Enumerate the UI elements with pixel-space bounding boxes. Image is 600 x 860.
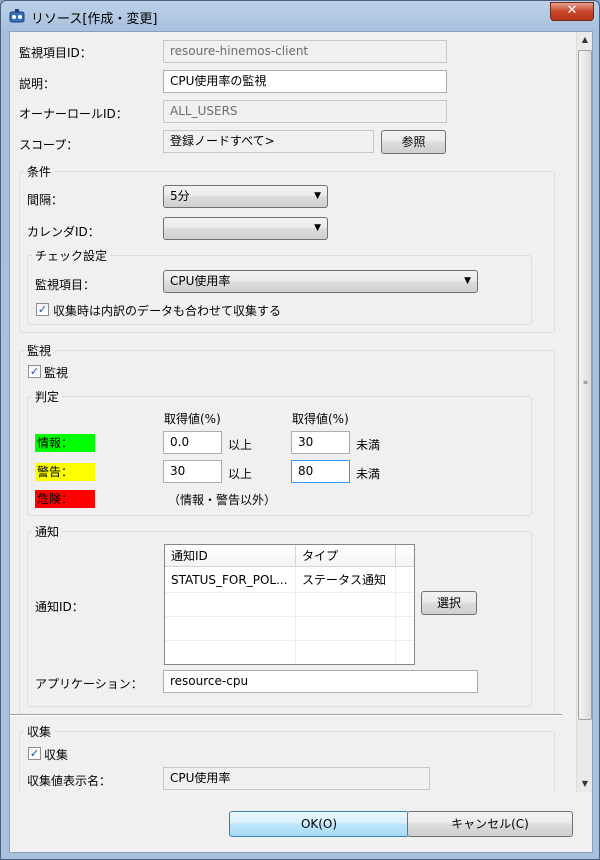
interval-label: 間隔： xyxy=(27,193,64,207)
collect-display-name-label: 収集値表示名： xyxy=(27,774,112,788)
owner-role-label: オーナーロールID： xyxy=(19,107,128,121)
warning-lower-suffix: 以上 xyxy=(228,467,253,481)
scroll-area: 監視項目ID： resoure-hinemos-client 説明： CPU使用… xyxy=(10,32,578,792)
notify-row-id[interactable]: STATUS_FOR_POL... xyxy=(165,568,295,592)
calendar-select[interactable]: ▼ xyxy=(163,217,328,240)
info-upper-field[interactable]: 30 xyxy=(291,431,350,454)
scroll-up-icon[interactable]: ▲ xyxy=(577,32,593,48)
info-lower-suffix: 以上 xyxy=(228,438,253,452)
warning-lower-field[interactable]: 30 xyxy=(163,460,222,483)
warning-upper-field[interactable]: 80 xyxy=(291,460,350,483)
chevron-down-icon: ▼ xyxy=(314,223,321,233)
notify-row-type[interactable]: ステータス通知 xyxy=(296,568,395,592)
collect-enable-checkbox[interactable]: ✓ xyxy=(28,747,41,760)
close-button[interactable]: ✕ xyxy=(550,2,594,21)
judge-col2-header: 取得値(%) xyxy=(292,412,349,426)
divider xyxy=(10,714,562,716)
window-title: リソース[作成・変更] xyxy=(31,12,158,27)
monitor-item-value: CPU使用率 xyxy=(170,274,231,288)
critical-note: （情報・警告以外） xyxy=(168,493,277,507)
scope-browse-button[interactable]: 参照 xyxy=(381,130,446,154)
notify-title: 通知 xyxy=(32,523,63,540)
interval-select[interactable]: 5分 ▼ xyxy=(163,185,328,208)
monitor-title: 監視 xyxy=(24,342,55,359)
monitor-enable-label: 監視 xyxy=(44,366,69,380)
collect-title: 収集 xyxy=(24,723,55,740)
chevron-down-icon: ▼ xyxy=(464,276,471,286)
info-upper-suffix: 未満 xyxy=(356,438,381,452)
notify-col-id[interactable]: 通知ID xyxy=(165,545,296,567)
severity-critical-label: 危険： xyxy=(35,490,95,508)
breakdown-label: 収集時は内訳のデータも合わせて収集する xyxy=(53,304,282,318)
application-label: アプリケーション： xyxy=(35,677,143,691)
notify-select-button[interactable]: 選択 xyxy=(421,591,477,615)
cancel-button[interactable]: キャンセル(C) xyxy=(407,811,573,837)
scope-label: スコープ： xyxy=(19,138,79,152)
severity-info-label: 情報： xyxy=(35,434,95,452)
dialog-window: リソース[作成・変更] ✕ 監視項目ID： resoure-hinemos-cl… xyxy=(0,0,600,860)
title-bar[interactable]: リソース[作成・変更] ✕ xyxy=(1,1,599,31)
grip-icon: ≡ xyxy=(583,379,589,386)
interval-value: 5分 xyxy=(170,189,190,203)
notify-table-header: 通知ID タイプ xyxy=(165,545,414,567)
description-label: 説明： xyxy=(19,77,56,91)
application-field[interactable]: resource-cpu xyxy=(163,670,478,693)
vertical-scrollbar[interactable]: ▲ ≡ ▼ xyxy=(576,32,592,792)
description-field[interactable]: CPU使用率の監視 xyxy=(163,70,447,93)
monitor-item-label: 監視項目： xyxy=(35,278,96,292)
conditions-title: 条件 xyxy=(24,163,55,180)
scroll-thumb[interactable]: ≡ xyxy=(578,50,592,720)
dialog-client: 監視項目ID： resoure-hinemos-client 説明： CPU使用… xyxy=(9,31,593,853)
judge-group xyxy=(27,396,532,516)
notify-table[interactable]: 通知ID タイプ STATUS_FOR_POL... ステータス通知 xyxy=(164,544,415,665)
monitor-enable-checkbox[interactable]: ✓ xyxy=(28,365,41,378)
judge-col1-header: 取得値(%) xyxy=(164,412,221,426)
collect-enable-label: 収集 xyxy=(44,748,69,762)
calendar-label: カレンダID： xyxy=(27,225,100,239)
monitor-id-field[interactable]: resoure-hinemos-client xyxy=(163,40,447,63)
info-lower-field[interactable]: 0.0 xyxy=(163,431,222,454)
app-icon xyxy=(9,9,25,23)
scroll-down-icon[interactable]: ▼ xyxy=(577,776,593,792)
warning-upper-suffix: 未満 xyxy=(356,467,381,481)
chevron-down-icon: ▼ xyxy=(314,191,321,201)
notify-col-type[interactable]: タイプ xyxy=(296,545,396,567)
check-settings-title: チェック設定 xyxy=(32,247,111,264)
ok-button[interactable]: OK(O) xyxy=(229,811,409,837)
severity-warning-label: 警告： xyxy=(35,463,95,481)
judge-title: 判定 xyxy=(32,388,63,405)
collect-display-name-field[interactable]: CPU使用率 xyxy=(163,767,430,790)
notify-id-label: 通知ID： xyxy=(35,600,84,614)
monitor-id-label: 監視項目ID： xyxy=(19,46,92,60)
owner-role-field[interactable]: ALL_USERS xyxy=(163,100,447,123)
breakdown-checkbox[interactable]: ✓ xyxy=(36,303,49,316)
monitor-item-select[interactable]: CPU使用率 ▼ xyxy=(163,270,478,293)
scope-field[interactable]: 登録ノードすべて> xyxy=(163,130,374,153)
